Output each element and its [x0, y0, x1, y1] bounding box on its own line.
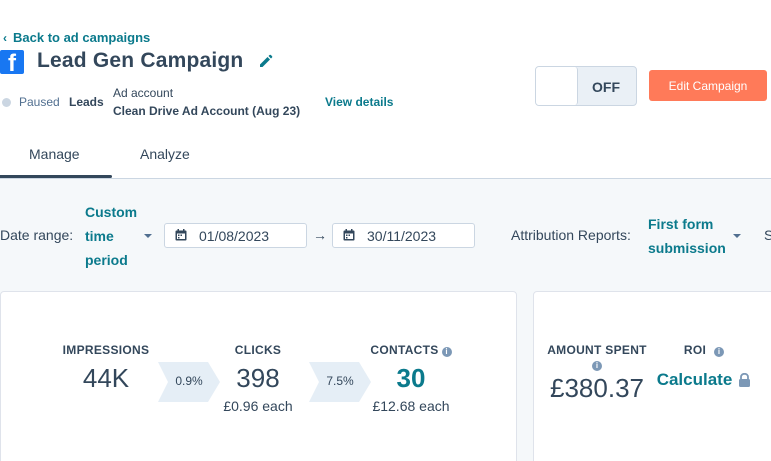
facebook-icon: f	[0, 50, 24, 74]
clicks-metric: CLICKS 398 £0.96 each	[208, 343, 308, 414]
status-dot	[2, 98, 11, 107]
back-link-label: Back to ad campaigns	[13, 30, 151, 45]
calculate-label: Calculate	[656, 370, 733, 389]
contacts-label: CONTACTS	[370, 343, 439, 357]
clicks-label: CLICKS	[234, 343, 282, 357]
clicks-value: 398	[236, 363, 280, 393]
amount-spent-info-row: i	[542, 359, 652, 371]
page-title: Lead Gen Campaign	[37, 49, 244, 72]
impressions-metric: IMPRESSIONS 44K	[51, 343, 161, 394]
roi-metric: ROI i Calculate	[654, 343, 754, 390]
attribution-dropdown[interactable]: First form submission	[648, 212, 734, 260]
roi-label-row: ROI i	[654, 343, 754, 357]
calculate-roi-button[interactable]: Calculate	[654, 370, 754, 390]
toggle-state-label: OFF	[592, 79, 620, 95]
end-date-input[interactable]: 30/11/2023	[332, 223, 475, 248]
chevron-left-icon: ‹	[3, 30, 7, 45]
info-icon[interactable]: i	[714, 347, 725, 357]
impressions-value: 44K	[82, 363, 130, 393]
filter-bar: Date range: Custom time period 01/08/202…	[0, 179, 771, 289]
toggle-knob	[536, 67, 578, 105]
amount-spent-value: £380.37	[550, 373, 644, 403]
calendar-icon	[175, 229, 187, 241]
start-date-value: 01/08/2023	[199, 228, 270, 244]
view-details-link[interactable]: View details	[325, 95, 393, 109]
campaign-header: ‹ Back to ad campaigns f Lead Gen Campai…	[0, 0, 771, 179]
date-range-label: Date range:	[0, 227, 74, 243]
impressions-label: IMPRESSIONS	[62, 343, 150, 357]
spend-card: AMOUNT SPENT i £380.37 ROI i Calculate	[533, 291, 771, 461]
back-to-campaigns-link[interactable]: ‹ Back to ad campaigns	[3, 30, 150, 45]
status-label: Paused	[19, 95, 60, 109]
ad-account-label: Ad account	[113, 86, 174, 100]
cost-per-click: £0.96 each	[223, 398, 293, 414]
info-icon[interactable]: i	[592, 361, 602, 371]
pencil-icon[interactable]	[258, 53, 274, 69]
start-date-input[interactable]: 01/08/2023	[164, 223, 307, 248]
amount-spent-label: AMOUNT SPENT	[547, 343, 647, 357]
main-content: Date range: Custom time period 01/08/202…	[0, 179, 771, 461]
contacts-value[interactable]: 30	[361, 363, 461, 394]
tab-bar: Manage Analyze	[0, 138, 771, 179]
attribution-label: Attribution Reports:	[511, 227, 631, 243]
end-date-value: 30/11/2023	[367, 228, 437, 244]
campaign-status-toggle[interactable]: OFF	[535, 66, 637, 106]
objective-label: Leads	[69, 95, 104, 109]
truncated-filter-label: S	[764, 227, 771, 243]
info-icon[interactable]: i	[441, 347, 452, 357]
caret-down-icon[interactable]	[144, 234, 152, 238]
active-tab-indicator	[0, 175, 112, 178]
campaign-meta: Paused Leads Ad account Clean Drive Ad A…	[0, 86, 420, 120]
edit-campaign-button[interactable]: Edit Campaign	[649, 70, 767, 101]
caret-down-icon[interactable]	[733, 234, 741, 238]
cost-per-contact: £12.68 each	[372, 398, 450, 414]
tab-analyze[interactable]: Analyze	[140, 146, 190, 162]
calendar-icon	[343, 229, 355, 241]
contacts-label-row: CONTACTS i	[361, 343, 461, 357]
tab-manage[interactable]: Manage	[29, 146, 80, 162]
roi-label: ROI	[683, 343, 707, 357]
contacts-metric: CONTACTS i 30 £12.68 each	[361, 343, 461, 414]
lock-icon	[739, 373, 751, 387]
ad-account-name: Clean Drive Ad Account (Aug 23)	[113, 104, 301, 118]
funnel-card: IMPRESSIONS 44K 0.9% CLICKS 398 £0.96 ea…	[0, 291, 517, 461]
amount-spent-metric: AMOUNT SPENT i £380.37	[542, 343, 652, 404]
date-range-arrow: →	[313, 227, 327, 243]
